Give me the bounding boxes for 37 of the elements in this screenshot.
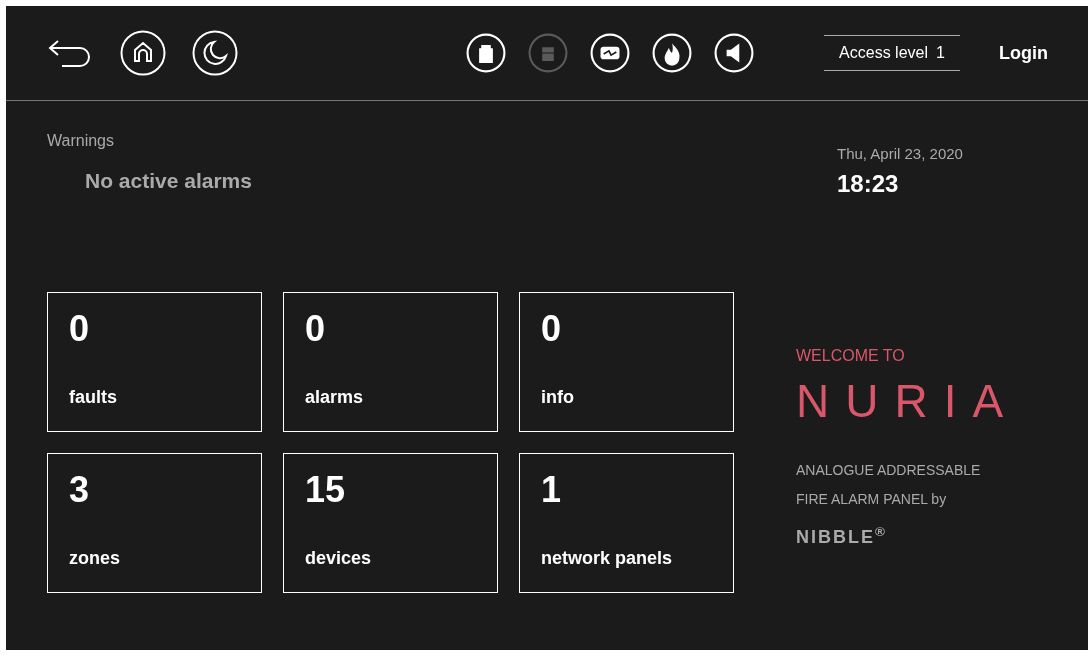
- stat-label: zones: [69, 546, 121, 570]
- stat-label: network panels: [541, 546, 674, 570]
- time-text: 18:23: [837, 168, 900, 199]
- moon-icon[interactable]: [192, 30, 238, 76]
- stat-tile[interactable]: 15 devices: [283, 452, 498, 593]
- stat-tile[interactable]: 3 zones: [47, 452, 262, 593]
- date-text: Thu, April 23, 2020: [837, 144, 963, 164]
- stat-tile[interactable]: 0 faults: [47, 291, 262, 432]
- access-level-label: Access level: [839, 43, 928, 63]
- stat-count: 0: [305, 310, 327, 347]
- access-level-value: 1: [936, 43, 945, 63]
- stat-tile[interactable]: 0 info: [519, 291, 734, 432]
- stat-count: 15: [305, 471, 347, 508]
- stat-label: devices: [305, 546, 373, 570]
- battery-icon[interactable]: [590, 33, 630, 73]
- home-icon[interactable]: [120, 30, 166, 76]
- warnings-title: Warnings: [47, 131, 115, 151]
- login-button[interactable]: Login: [999, 39, 1048, 67]
- access-level[interactable]: Access level 1: [824, 35, 960, 71]
- maker-logo: NIBBLE$^{®}$: [796, 523, 888, 549]
- product-logo: NURIA: [796, 377, 1020, 424]
- stat-label: alarms: [305, 385, 365, 409]
- stat-count: 0: [69, 310, 91, 347]
- stat-label: faults: [69, 385, 118, 409]
- speaker-icon[interactable]: [714, 33, 754, 73]
- warnings-message: No active alarms: [85, 168, 253, 194]
- tagline-text: ANALOGUE ADDRESSABLE: [796, 460, 982, 480]
- stat-tile[interactable]: 0 alarms: [283, 291, 498, 432]
- usb-stick-icon[interactable]: [466, 33, 506, 73]
- stat-tile[interactable]: 1 network panels: [519, 452, 734, 593]
- stat-count: 1: [541, 471, 563, 508]
- welcome-text: WELCOME TO: [796, 345, 906, 366]
- tagline-text: FIRE ALARM PANEL by: [796, 489, 948, 509]
- stat-count: 0: [541, 310, 563, 347]
- stat-count: 3: [69, 471, 91, 508]
- flame-icon[interactable]: [652, 33, 692, 73]
- stat-label: info: [541, 385, 575, 409]
